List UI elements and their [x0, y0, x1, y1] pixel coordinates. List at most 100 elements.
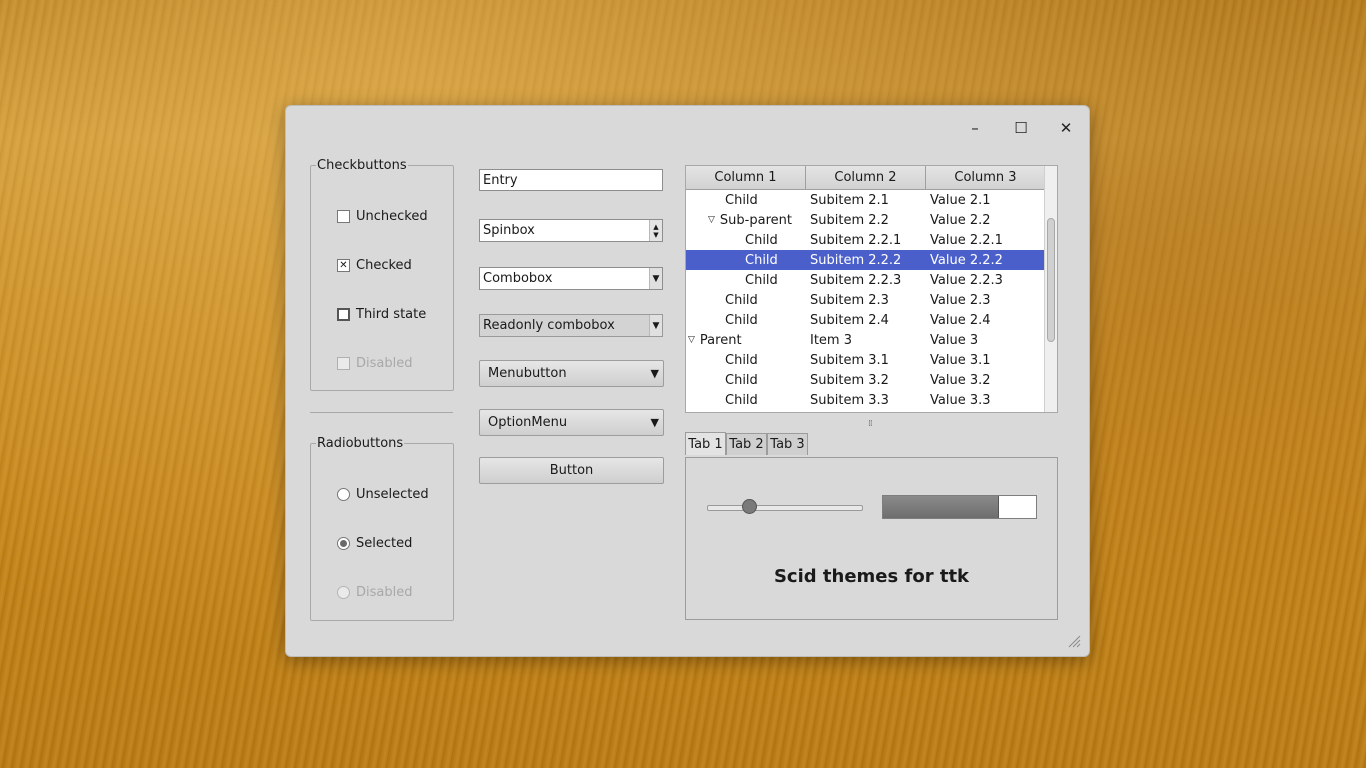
radiobuttons-frame: Radiobuttons Unselected Selected Disable…	[310, 436, 454, 621]
spinbox-arrows[interactable]: ▲ ▼	[649, 220, 662, 241]
tree-cell-name: Child	[686, 190, 806, 210]
tree-row[interactable]: ▽ Sub-parent Subitem 2.2 Value 2.2	[686, 210, 1057, 230]
tree-cell-col2: Subitem 2.4	[810, 312, 889, 328]
tree-cell-col2: Subitem 2.2	[810, 212, 889, 228]
tree-row[interactable]: Child Subitem 2.2.1 Value 2.2.1	[686, 230, 1057, 250]
tree-item-label: Child	[725, 352, 758, 368]
checkbutton-checked[interactable]: ✕ Checked	[337, 258, 412, 273]
tree-row[interactable]: Child Subitem 2.4 Value 2.4	[686, 310, 1057, 330]
tree-cell-name: Child	[686, 350, 806, 370]
close-icon: ✕	[1059, 119, 1073, 137]
tree-item-label: Child	[725, 312, 758, 328]
spinbox[interactable]: Spinbox ▲ ▼	[479, 219, 663, 242]
tree-cell-col2: Subitem 2.2.2	[810, 252, 902, 268]
tree-cell-name: Child	[686, 230, 806, 250]
column-header[interactable]: Column 1	[686, 166, 806, 190]
scrollbar-thumb[interactable]	[1047, 218, 1055, 342]
tree-cell-col3: Value 3.1	[930, 352, 991, 368]
tree-cell-name: Child	[686, 270, 806, 290]
tree-cell-name: Child	[686, 310, 806, 330]
tree-item-label: Child	[725, 192, 758, 208]
spin-up-icon[interactable]: ▲	[653, 223, 658, 231]
radiobutton-label: Unselected	[356, 487, 429, 502]
tree-cell-name: ▽ Parent	[686, 330, 806, 350]
tree-cell-name: Child	[686, 290, 806, 310]
radiobutton-unselected[interactable]: Unselected	[337, 487, 429, 502]
expand-toggle-icon[interactable]: ▽	[688, 335, 695, 345]
tree-cell-col3: Value 2.3	[930, 292, 991, 308]
tree-row[interactable]: Child Subitem 2.1 Value 2.1	[686, 190, 1057, 210]
chevron-down-icon[interactable]: ▼	[649, 268, 662, 289]
menubutton[interactable]: Menubutton ▼	[479, 360, 664, 387]
checkbutton-third-state[interactable]: Third state	[337, 307, 426, 322]
tab-2[interactable]: Tab 2	[726, 433, 767, 455]
tree-row[interactable]: ▽ Parent Item 3 Value 3	[686, 330, 1057, 350]
radiobutton-label: Disabled	[356, 585, 413, 600]
checkbutton-disabled: Disabled	[337, 356, 412, 371]
treeview[interactable]: Column 1 Column 2 Column 3 Child Subitem …	[685, 165, 1058, 413]
combobox[interactable]: Combobox ▼	[479, 267, 663, 290]
tree-cell-col3: Value 2.4	[930, 312, 991, 328]
optionmenu-label: OptionMenu	[488, 415, 568, 430]
tree-item-label: Child	[725, 392, 758, 408]
column-header[interactable]: Column 3	[926, 166, 1046, 190]
tree-cell-col3: Value 2.1	[930, 192, 991, 208]
spinbox-value: Spinbox	[483, 223, 535, 238]
readonly-combobox-value: Readonly combobox	[483, 318, 615, 333]
tree-cell-name: Child	[686, 250, 806, 270]
caption-label: Scid themes for ttk	[773, 566, 970, 587]
menubutton-label: Menubutton	[488, 366, 567, 381]
tree-cell-col2: Subitem 3.2	[810, 372, 889, 388]
resize-grip-icon[interactable]	[1067, 634, 1081, 648]
tree-item-label: Child	[745, 252, 778, 268]
tab-1[interactable]: Tab 1	[685, 432, 726, 455]
optionmenu[interactable]: OptionMenu ▼	[479, 409, 664, 436]
checkbutton-unchecked[interactable]: Unchecked	[337, 209, 428, 224]
tree-row[interactable]: Child Subitem 3.2 Value 3.2	[686, 370, 1057, 390]
spin-down-icon[interactable]: ▼	[653, 231, 658, 239]
entry-field[interactable]: Entry	[479, 169, 663, 191]
radio-unselected-icon	[337, 488, 350, 501]
tree-cell-col2: Subitem 3.1	[810, 352, 889, 368]
button-label: Button	[549, 463, 594, 478]
pane-grip-icon[interactable]: ⁞⁞	[868, 419, 873, 429]
tree-row[interactable]: Child Subitem 2.3 Value 2.3	[686, 290, 1057, 310]
tree-item-label: Child	[745, 232, 778, 248]
tree-row[interactable]: Child Subitem 2.2.3 Value 2.2.3	[686, 270, 1057, 290]
minimize-button[interactable]: –	[961, 114, 989, 142]
maximize-button[interactable]: ☐	[1007, 114, 1035, 142]
scale-slider[interactable]	[741, 499, 757, 514]
tree-cell-col2: Subitem 3.3	[810, 392, 889, 408]
expand-toggle-icon[interactable]: ▽	[708, 215, 715, 225]
tree-row[interactable]: Child Subitem 2.2.2 Value 2.2.2	[686, 250, 1057, 270]
chevron-down-icon[interactable]: ▼	[649, 315, 662, 336]
tree-item-label: Child	[725, 372, 758, 388]
tree-cell-col3: Value 3	[930, 332, 979, 348]
checkbox-unchecked-icon	[337, 210, 350, 223]
entry-value: Entry	[483, 172, 518, 188]
checkbuttons-frame: Checkbuttons Unchecked ✕ Checked Third s…	[310, 158, 454, 391]
checkbox-tristate-icon	[337, 308, 350, 321]
radiobutton-disabled: Disabled	[337, 585, 412, 600]
tree-cell-name: ▽ Sub-parent	[686, 210, 806, 230]
separator	[310, 412, 453, 413]
vertical-scrollbar[interactable]	[1044, 166, 1057, 412]
tree-row[interactable]: Child Subitem 3.3 Value 3.3	[686, 390, 1057, 410]
readonly-combobox[interactable]: Readonly combobox ▼	[479, 314, 663, 337]
tree-cell-col2: Subitem 2.3	[810, 292, 889, 308]
checkbox-checked-icon: ✕	[337, 259, 350, 272]
radiobutton-selected[interactable]: Selected	[337, 536, 412, 551]
tree-row[interactable]: Child Subitem 3.1 Value 3.1	[686, 350, 1057, 370]
tree-item-label: Parent	[699, 332, 742, 348]
tree-cell-col2: Subitem 2.2.3	[810, 272, 902, 288]
radiobutton-label: Selected	[356, 536, 413, 551]
treeview-body: Child Subitem 2.1 Value 2.1 ▽ Sub-parent Subi…	[686, 190, 1057, 410]
tab-3[interactable]: Tab 3	[767, 433, 808, 455]
button[interactable]: Button	[479, 457, 664, 484]
checkbuttons-title: Checkbuttons	[317, 158, 407, 173]
tree-item-label: Child	[725, 292, 758, 308]
column-header[interactable]: Column 2	[806, 166, 926, 190]
close-button[interactable]: ✕	[1052, 114, 1080, 142]
scale-trough[interactable]	[707, 505, 863, 511]
tree-item-label: Sub-parent	[719, 212, 792, 228]
